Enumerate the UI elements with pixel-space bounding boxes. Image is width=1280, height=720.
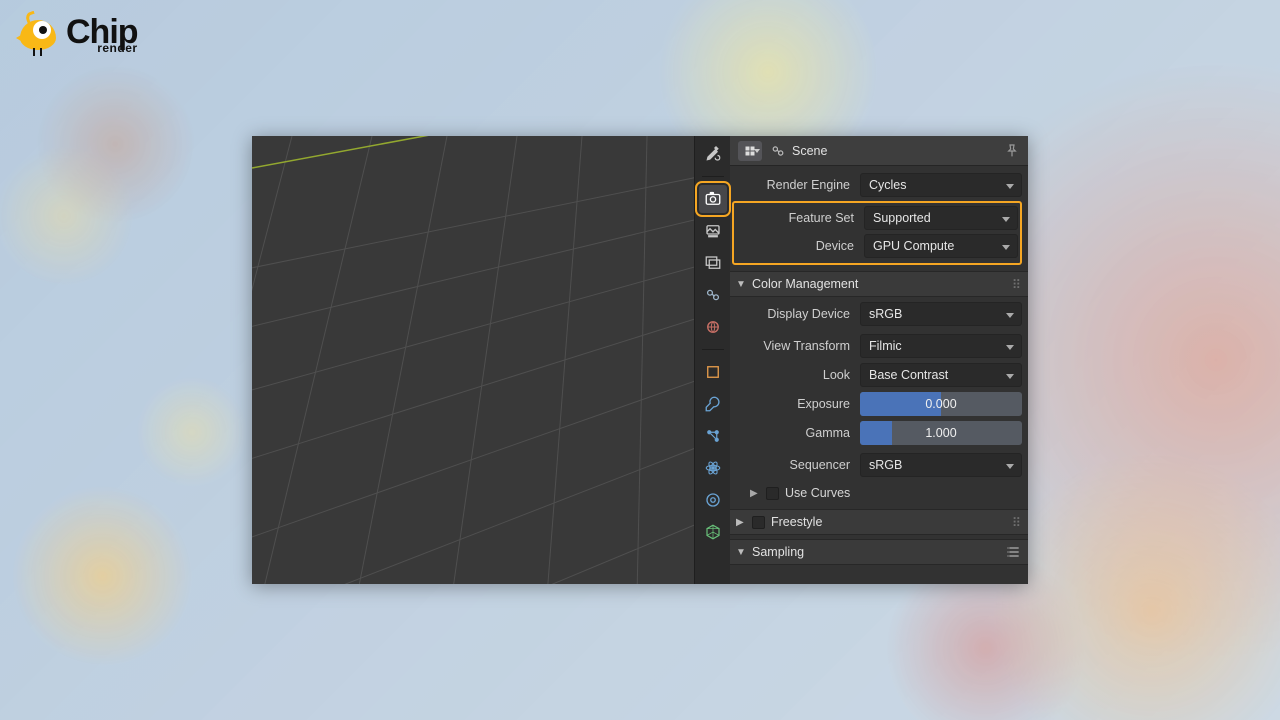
freestyle-title: Freestyle [771,515,1012,529]
chip-render-logo: Chip render [18,14,138,58]
editor-type-selector[interactable] [738,141,762,161]
highlight-box: Feature Set Supported Device GPU Compute [732,201,1022,265]
view-layer-tab[interactable] [699,249,727,277]
gamma-label: Gamma [732,426,860,440]
device-label: Device [736,239,864,253]
axis-y-line [252,136,694,168]
view-transform-label: View Transform [732,339,860,353]
viewport-grid [252,136,694,584]
exposure-label: Exposure [732,397,860,411]
color-management-title: Color Management [752,277,1012,291]
disclosure-right-icon: ▶ [750,488,762,499]
exposure-field[interactable]: 0.000 [860,392,1022,416]
display-device-select[interactable]: sRGB [860,302,1022,326]
sampling-header[interactable]: ▼ Sampling [730,539,1028,565]
viewport-3d[interactable] [252,136,694,584]
blender-window: Scene Render Engine Cycles Feature Set S… [252,136,1028,584]
sequencer-label: Sequencer [732,458,860,472]
world-tab[interactable] [699,313,727,341]
disclosure-down-icon: ▼ [736,547,748,558]
tool-tab[interactable] [699,140,727,168]
drag-handle-icon[interactable]: ⠿ [1012,277,1022,292]
scene-tab[interactable] [699,281,727,309]
feature-set-select[interactable]: Supported [864,206,1018,230]
freestyle-checkbox[interactable] [752,516,765,529]
color-management-header[interactable]: ▼ Color Management ⠿ [730,271,1028,297]
use-curves-row[interactable]: ▶ Use Curves [732,481,1022,505]
use-curves-label: Use Curves [785,486,850,500]
gamma-field[interactable]: 1.000 [860,421,1022,445]
render-properties-panel: Scene Render Engine Cycles Feature Set S… [730,136,1028,584]
particles-tab[interactable] [699,422,727,450]
render-engine-select[interactable]: Cycles [860,173,1022,197]
modifier-tab[interactable] [699,390,727,418]
output-tab[interactable] [699,217,727,245]
logo-mark [18,14,62,58]
physics-tab[interactable] [699,454,727,482]
context-title: Scene [792,144,1004,158]
gamma-fill [860,421,892,445]
use-curves-checkbox[interactable] [766,487,779,500]
device-select[interactable]: GPU Compute [864,234,1018,258]
render-tab[interactable] [699,185,727,213]
data-tab[interactable] [699,518,727,546]
drag-handle-icon[interactable]: ⠿ [1012,515,1022,530]
scene-icon [770,143,786,159]
properties-editor: Scene Render Engine Cycles Feature Set S… [694,136,1028,584]
sequencer-select[interactable]: sRGB [860,453,1022,477]
feature-set-label: Feature Set [736,211,864,225]
display-device-label: Display Device [732,307,860,321]
properties-tabbar [694,136,730,584]
look-label: Look [732,368,860,382]
sampling-title: Sampling [752,545,1006,559]
pin-icon[interactable] [1004,143,1020,159]
disclosure-down-icon: ▼ [736,279,748,290]
render-engine-label: Render Engine [732,178,860,192]
object-tab[interactable] [699,358,727,386]
disclosure-right-icon: ▶ [736,517,748,528]
look-select[interactable]: Base Contrast [860,363,1022,387]
preset-list-icon[interactable] [1006,544,1022,560]
properties-header: Scene [730,136,1028,166]
constraints-tab[interactable] [699,486,727,514]
freestyle-header[interactable]: ▶ Freestyle ⠿ [730,509,1028,535]
view-transform-select[interactable]: Filmic [860,334,1022,358]
